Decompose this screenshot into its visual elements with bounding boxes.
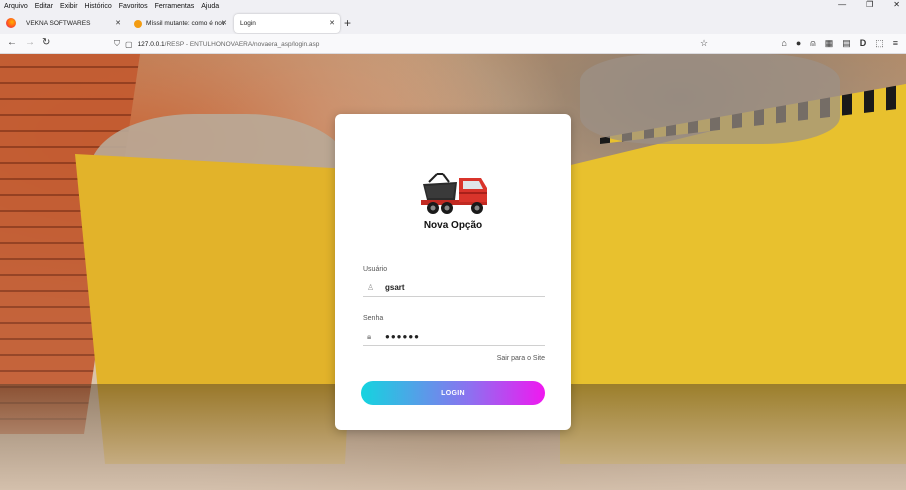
maximize-button[interactable]: ❐ <box>866 0 873 12</box>
menu-favoritos[interactable]: Favoritos <box>119 3 148 10</box>
username-field[interactable]: ♙ gsart <box>363 279 545 297</box>
tab-strip: VEKNA SOFTWARES ✕ Míssil mutante: como é… <box>0 12 906 34</box>
login-card: Nova Opção Usuário ♙ gsart Senha 🔒︎ ●●●●… <box>335 114 571 430</box>
back-button[interactable]: ← <box>7 37 17 48</box>
user-icon: ♙ <box>367 283 375 292</box>
menu-bar: Arquivo Editar Exibir Histórico Favorito… <box>0 0 906 12</box>
tab-login[interactable]: Login ✕ <box>234 14 340 33</box>
bookmark-star-icon[interactable]: ☆ <box>700 38 708 49</box>
truck-logo-icon <box>421 173 487 214</box>
username-label: Usuário <box>363 266 388 273</box>
url-bar[interactable]: ⛉ ▢ 127.0.0.1 /RESP - ENTULHONOVAERA/nov… <box>108 37 716 51</box>
extensions-icon[interactable]: ⬚ <box>875 38 884 49</box>
home-icon[interactable]: ⌂ <box>781 38 786 49</box>
reload-button[interactable]: ↻ <box>42 37 50 48</box>
page-info-icon[interactable]: ▢ <box>125 40 133 49</box>
print-icon[interactable]: ▤ <box>842 38 851 49</box>
tab-missil[interactable]: Míssil mutante: como é nova arma ✕ <box>128 14 232 33</box>
url-path: /RESP - ENTULHONOVAERA/novaera_asp/login… <box>164 40 320 48</box>
password-label: Senha <box>363 315 384 322</box>
menu-historico[interactable]: Histórico <box>85 3 112 10</box>
close-icon[interactable]: ✕ <box>115 19 121 27</box>
password-field[interactable]: 🔒︎ ●●●●●● <box>363 328 545 346</box>
shield-icon[interactable]: ⛉ <box>114 39 120 49</box>
tab-vekna[interactable]: VEKNA SOFTWARES ✕ <box>20 14 126 33</box>
password-value: ●●●●●● <box>385 332 420 341</box>
menu-arquivo[interactable]: Arquivo <box>4 3 28 10</box>
d-extension-icon[interactable]: D <box>860 38 867 49</box>
login-button[interactable]: LOGIN <box>361 381 545 405</box>
news-favicon-icon <box>134 19 142 28</box>
close-icon[interactable]: ✕ <box>221 19 227 27</box>
menu-icon[interactable]: ≡ <box>893 38 898 49</box>
minimize-button[interactable]: — <box>838 0 846 12</box>
tab-label: Login <box>240 20 256 27</box>
menu-ajuda[interactable]: Ajuda <box>201 3 219 10</box>
brand-name: Nova Opção <box>423 220 483 231</box>
window-controls: — ❐ ✕ <box>838 0 900 12</box>
username-value: gsart <box>385 283 405 292</box>
account-icon[interactable]: ⍝ <box>810 38 815 49</box>
close-window-button[interactable]: ✕ <box>893 0 900 12</box>
menu-exibir[interactable]: Exibir <box>60 3 78 10</box>
menu-ferramentas[interactable]: Ferramentas <box>155 3 195 10</box>
tab-label: Míssil mutante: como é nova arma <box>146 20 224 27</box>
lock-icon: 🔒︎ <box>367 331 372 341</box>
navigation-bar: ← → ↻ ⛉ ▢ 127.0.0.1 /RESP - ENTULHONOVAE… <box>0 34 906 54</box>
extension-icon[interactable]: ● <box>796 38 801 49</box>
url-host: 127.0.0.1 <box>137 40 165 48</box>
exit-to-site-link[interactable]: Sair para o Site <box>497 355 545 362</box>
tab-label: VEKNA SOFTWARES <box>26 20 91 27</box>
library-icon[interactable]: ▦ <box>825 38 834 49</box>
firefox-icon <box>6 18 16 28</box>
background-rubble-right <box>580 54 840 144</box>
new-tab-button[interactable]: + <box>344 16 351 30</box>
forward-button[interactable]: → <box>25 37 35 48</box>
toolbar-icons: ⌂ ● ⍝ ▦ ▤ D ⬚ ≡ <box>781 38 898 49</box>
close-icon[interactable]: ✕ <box>329 19 335 27</box>
menu-editar[interactable]: Editar <box>35 3 53 10</box>
